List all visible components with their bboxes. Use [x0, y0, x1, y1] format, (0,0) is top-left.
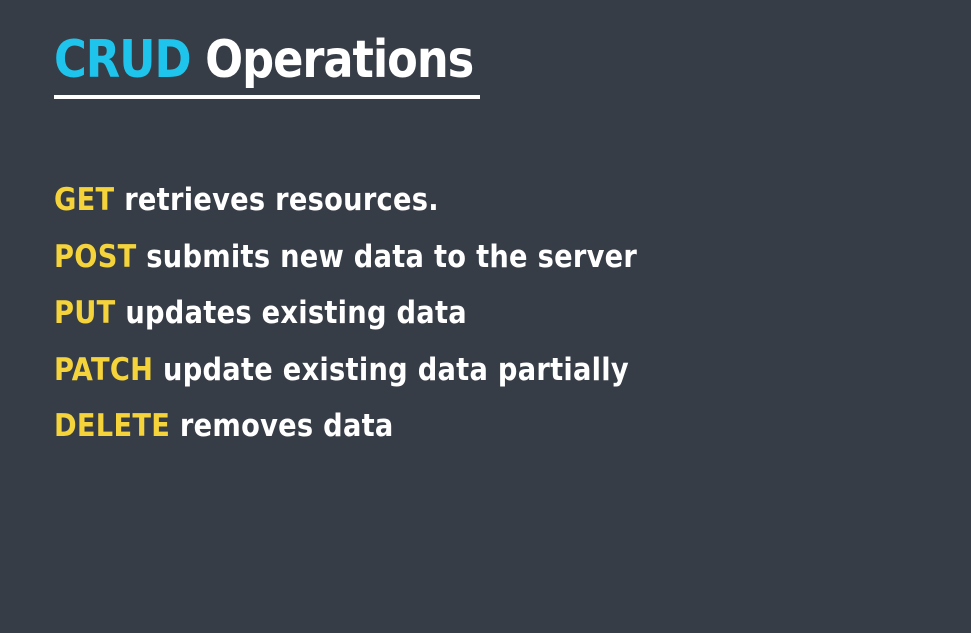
operation-description: submits new data to the server — [146, 238, 638, 275]
operation-item-delete: DELETE removes data — [54, 404, 637, 461]
operation-method: GET — [54, 182, 115, 218]
operation-item-get: GET retrieves resources. — [54, 178, 637, 235]
operation-method: POST — [54, 238, 137, 275]
operation-item-post: POST submits new data to the server — [54, 235, 637, 292]
operation-description: retrieves resources. — [124, 182, 439, 218]
operation-item-put: PUT updates existing data — [54, 291, 637, 348]
title-accent-word: CRUD — [54, 30, 192, 90]
operation-description: update existing data partially — [163, 351, 629, 388]
title-rest-word: Operations — [205, 30, 474, 90]
operation-method: PATCH — [54, 351, 154, 388]
operation-description: removes data — [179, 408, 394, 445]
slide: CRUD Operations GET retrieves resources.… — [0, 0, 971, 633]
operation-item-patch: PATCH update existing data partially — [54, 348, 637, 405]
operation-method: DELETE — [54, 408, 171, 445]
title-underline — [54, 95, 480, 99]
operations-list: GET retrieves resources. POST submits ne… — [54, 178, 717, 461]
operation-description: updates existing data — [125, 295, 467, 332]
slide-title: CRUD Operations — [54, 28, 474, 92]
operation-method: PUT — [54, 295, 116, 332]
